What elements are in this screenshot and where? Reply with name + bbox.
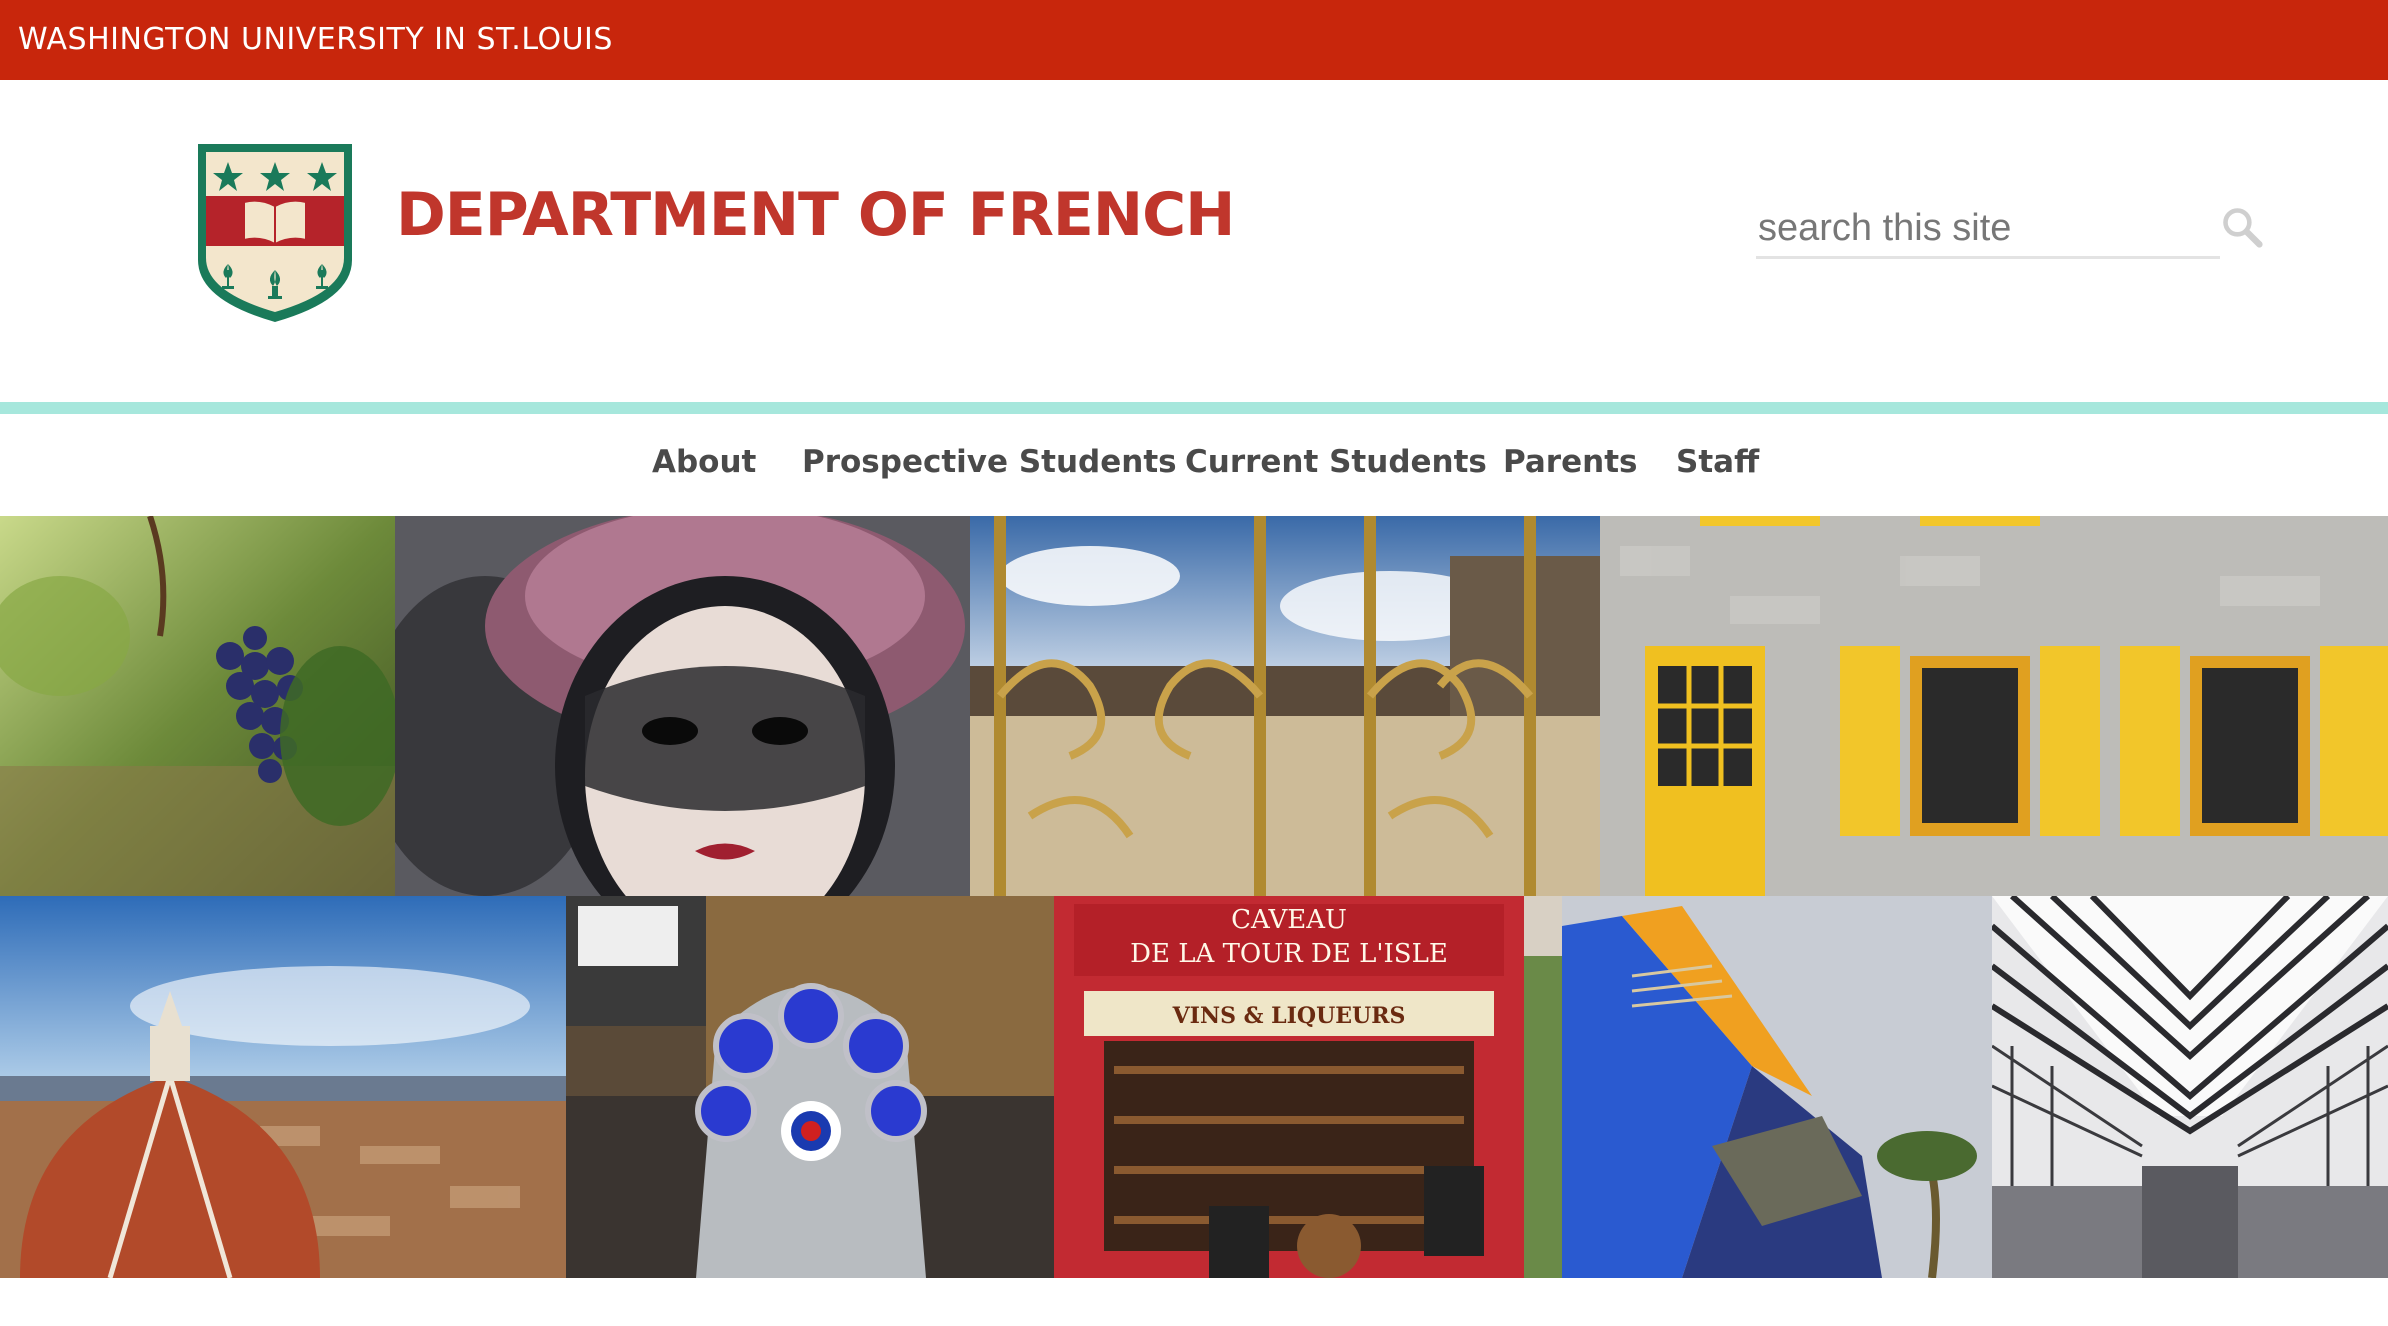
search-button[interactable]	[2218, 204, 2266, 252]
modern-architecture-photo	[1562, 896, 1992, 1278]
vespa-scooter-photo	[566, 896, 1054, 1278]
florence-dome-photo	[0, 896, 566, 1278]
golden-gate-versailles-photo	[970, 516, 1600, 896]
nav-item-about[interactable]: About	[652, 444, 756, 480]
search-icon	[2223, 207, 2263, 248]
search-input[interactable]	[1756, 200, 2220, 259]
nav-item-staff[interactable]: Staff	[1676, 444, 1759, 480]
nav-item-parents[interactable]: Parents	[1503, 444, 1637, 480]
lyon-station-photo	[1992, 896, 2388, 1278]
nav-item-prospective-students[interactable]: Prospective Students	[802, 444, 1177, 480]
wustl-shield-icon[interactable]	[194, 140, 356, 326]
accent-divider	[0, 402, 2388, 414]
photo-collage: CAVEAU DE LA TOUR DE L'ISLE VINS & LIQUE…	[0, 516, 2388, 1278]
grapes-vineyard-photo	[0, 516, 395, 896]
nav-item-current-students[interactable]: Current Students	[1185, 444, 1487, 480]
storefront-awning-text: VINS & LIQUEURS	[1172, 1003, 1406, 1029]
caveau-storefront-photo: CAVEAU DE LA TOUR DE L'ISLE VINS & LIQUE…	[1054, 896, 1562, 1278]
venetian-mask-photo	[395, 516, 970, 896]
storefront-sign-line2: DE LA TOUR DE L'ISLE	[1130, 939, 1448, 969]
top-banner: WASHINGTON UNIVERSITY IN ST.LOUIS	[0, 0, 2388, 80]
university-name-link[interactable]: WASHINGTON UNIVERSITY IN ST.LOUIS	[18, 22, 613, 57]
department-title[interactable]: DEPARTMENT OF FRENCH	[396, 180, 1235, 250]
main-nav: About Prospective Students Current Stude…	[0, 414, 2388, 516]
yellow-shutters-photo	[1600, 516, 2388, 896]
storefront-sign-line1: CAVEAU	[1231, 905, 1347, 935]
